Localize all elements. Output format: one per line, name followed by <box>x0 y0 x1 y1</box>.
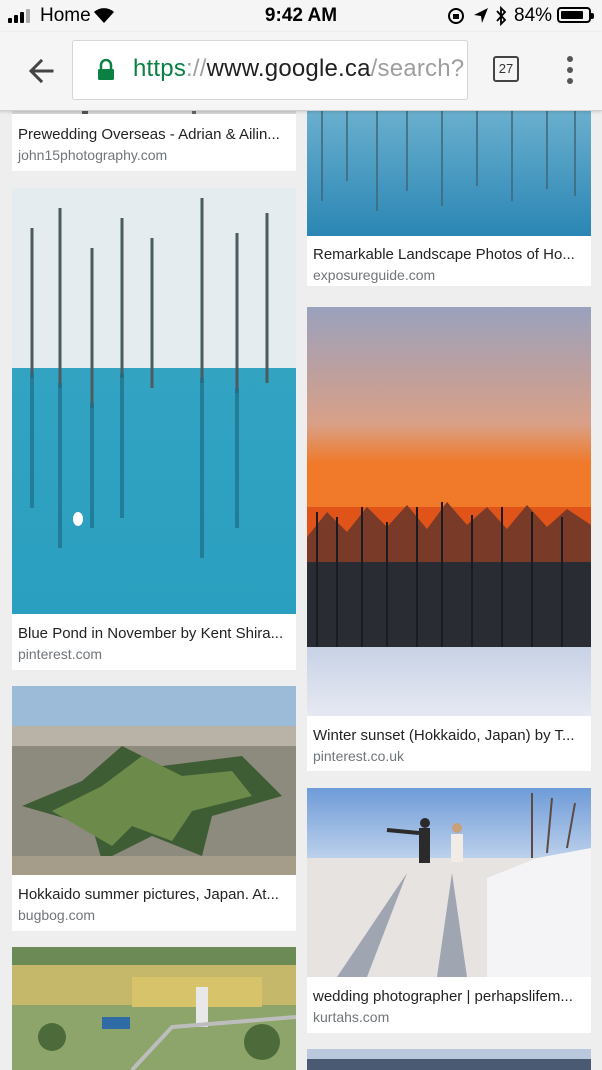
result-card-remarkable-landscape[interactable]: Remarkable Landscape Photos of Ho... exp… <box>307 111 591 286</box>
result-source: john15photography.com <box>18 147 168 163</box>
result-thumbnail <box>12 686 296 875</box>
result-source: exposureguide.com <box>313 267 436 283</box>
result-title: Prewedding Overseas - Adrian & Ailin... <box>18 126 280 143</box>
result-title: Remarkable Landscape Photos of Ho... <box>313 246 575 263</box>
result-title: Blue Pond in November by Kent Shira... <box>18 625 284 642</box>
result-card-prewedding[interactable]: Prewedding Overseas - Adrian & Ailin... … <box>12 111 296 171</box>
result-card-wedding-photographer[interactable]: wedding photographer | perhapslifem... k… <box>307 788 591 1033</box>
url-text: https://www.google.ca/search? <box>133 55 464 83</box>
back-arrow-icon[interactable] <box>24 53 60 89</box>
url-path: /search? <box>370 55 465 82</box>
browser-toolbar: https://www.google.ca/search? 27 <box>0 32 602 111</box>
result-card-partial[interactable] <box>307 1049 591 1070</box>
lock-icon <box>98 59 114 80</box>
result-title: Hokkaido summer pictures, Japan. At... <box>18 886 279 903</box>
result-source: bugbog.com <box>18 907 96 923</box>
result-source: pinterest.co.uk <box>313 748 405 764</box>
result-thumbnail <box>12 188 296 614</box>
location-arrow-icon <box>474 8 488 23</box>
address-bar[interactable]: https://www.google.ca/search? <box>72 40 468 100</box>
result-title: wedding photographer | perhapslifem... <box>313 988 573 1005</box>
result-thumbnail <box>307 111 591 236</box>
result-title: Winter sunset (Hokkaido, Japan) by T... <box>313 727 575 744</box>
url-separator: :// <box>186 55 207 82</box>
result-card-hokkaido-summer[interactable]: Hokkaido summer pictures, Japan. At... b… <box>12 686 296 931</box>
orientation-lock-icon <box>448 8 464 24</box>
signal-strength-icon <box>8 9 34 23</box>
result-thumbnail <box>307 307 591 716</box>
result-card-farmland[interactable] <box>12 947 296 1070</box>
result-card-winter-sunset[interactable]: Winter sunset (Hokkaido, Japan) by T... … <box>307 307 591 771</box>
overflow-menu-icon[interactable] <box>560 54 580 86</box>
result-thumbnail <box>307 788 591 977</box>
image-results-grid: Prewedding Overseas - Adrian & Ailin... … <box>0 111 602 1070</box>
result-thumbnail <box>307 1049 591 1070</box>
battery-icon <box>557 7 594 23</box>
tab-switcher-button[interactable]: 27 <box>493 56 519 82</box>
url-host: www.google.ca <box>206 55 371 82</box>
wifi-icon <box>94 8 114 23</box>
url-scheme: https <box>133 55 187 82</box>
battery-percentage: 84% <box>514 5 553 26</box>
result-thumbnail <box>12 111 296 114</box>
result-thumbnail <box>12 947 296 1070</box>
result-card-blue-pond[interactable]: Blue Pond in November by Kent Shira... p… <box>12 188 296 670</box>
result-source: pinterest.com <box>18 646 103 662</box>
carrier-name: Home <box>40 5 91 26</box>
result-source: kurtahs.com <box>313 1009 390 1025</box>
status-bar: Home 9:42 AM 84% <box>0 0 602 32</box>
bluetooth-icon <box>496 6 507 26</box>
